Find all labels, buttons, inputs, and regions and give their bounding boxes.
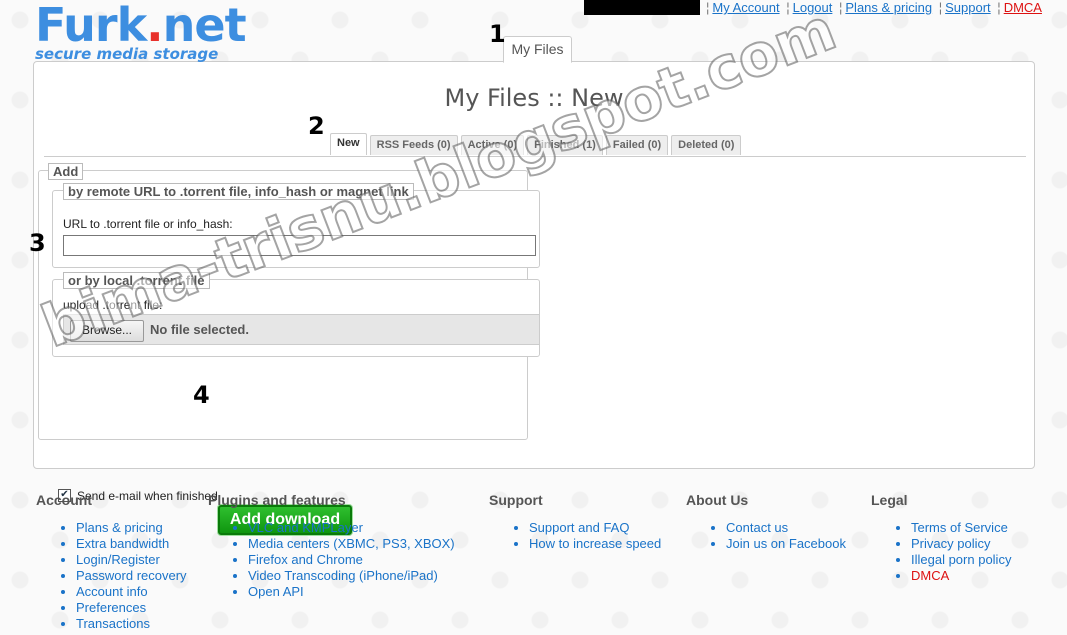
subtabs-bar: New RSS Feeds (0) Active (0) Finished (1… (330, 133, 742, 155)
footer-legal-column: Legal Terms of Service Privacy policy Il… (871, 492, 1011, 584)
footer-account-column: Account Plans & pricing Extra bandwidth … (36, 492, 187, 632)
footer-about-heading: About Us (686, 492, 749, 508)
remote-url-legend: by remote URL to .torrent file, info_has… (63, 183, 414, 200)
local-torrent-section: or by local .torrent file upload .torren… (52, 272, 540, 357)
annotation-number-1: 1 (489, 20, 506, 48)
tab-rss-feeds[interactable]: RSS Feeds (0) (369, 135, 458, 155)
footer-link-support-faq[interactable]: Support and FAQ (529, 520, 629, 535)
nav-logout-link[interactable]: Logout (793, 0, 833, 15)
tab-active[interactable]: Active (0) (460, 135, 525, 155)
url-label: URL to .torrent file or info_hash: (63, 217, 233, 231)
browse-button[interactable]: Browse... (70, 320, 144, 342)
file-input[interactable]: Browse... No file selected. (63, 314, 540, 345)
footer-link-contact-us[interactable]: Contact us (726, 520, 788, 535)
footer-link-video-transcoding[interactable]: Video Transcoding (iPhone/iPad) (248, 568, 438, 583)
nav-support-link[interactable]: Support (945, 0, 991, 15)
nav-my-account-link[interactable]: My Account (712, 0, 779, 15)
torrent-url-input[interactable] (63, 235, 536, 256)
footer-support-heading: Support (489, 492, 543, 508)
footer-link-privacy[interactable]: Privacy policy (911, 536, 990, 551)
footer-link-open-api[interactable]: Open API (248, 584, 304, 599)
footer-link-media-centers[interactable]: Media centers (XBMC, PS3, XBOX) (248, 536, 455, 551)
footer-link-facebook[interactable]: Join us on Facebook (726, 536, 846, 551)
footer-link-terms[interactable]: Terms of Service (911, 520, 1008, 535)
footer-link-account-info[interactable]: Account info (76, 584, 148, 599)
footer-link-increase-speed[interactable]: How to increase speed (529, 536, 661, 551)
footer-support-column: Support Support and FAQ How to increase … (489, 492, 661, 552)
annotation-number-2: 2 (308, 112, 325, 140)
footer-account-heading: Account (36, 492, 92, 508)
logo-tagline: secure media storage (35, 45, 219, 63)
footer-link-illegal-porn-policy[interactable]: Illegal porn policy (911, 552, 1011, 567)
footer-link-plans-pricing[interactable]: Plans & pricing (76, 520, 163, 535)
footer-link-password-recovery[interactable]: Password recovery (76, 568, 187, 583)
redacted-username (584, 0, 700, 15)
main-panel: My Files :: New New RSS Feeds (0) Active… (33, 61, 1035, 535)
nav-plans-pricing-link[interactable]: Plans & pricing (845, 0, 932, 15)
footer-link-dmca[interactable]: DMCA (911, 568, 949, 583)
footer-link-extra-bandwidth[interactable]: Extra bandwidth (76, 536, 169, 551)
footer-link-login-register[interactable]: Login/Register (76, 552, 160, 567)
footer-plugins-heading: Plugins and features (208, 492, 346, 508)
local-torrent-legend: or by local .torrent file (63, 272, 210, 289)
add-fieldset: Add by remote URL to .torrent file, info… (38, 163, 540, 535)
furk-logo[interactable]: Furk.net secure media storage (35, 0, 247, 63)
annotation-number-3: 3 (29, 229, 46, 257)
upload-label: upload .torrent file: (63, 298, 163, 312)
top-navigation: ¦ My Account ¦ Logout ¦ Plans & pricing ¦ Su… (706, 0, 1042, 15)
add-legend: Add (48, 163, 84, 180)
footer-link-preferences[interactable]: Preferences (76, 600, 146, 615)
tabs-divider (44, 156, 1026, 157)
tab-failed[interactable]: Failed (0) (605, 135, 669, 155)
nav-dmca-link[interactable]: DMCA (1004, 0, 1042, 15)
tab-new[interactable]: New (330, 133, 367, 155)
footer-link-firefox-chrome[interactable]: Firefox and Chrome (248, 552, 363, 567)
tab-deleted[interactable]: Deleted (0) (671, 135, 742, 155)
no-file-selected-text: No file selected. (150, 322, 249, 337)
logo-wordmark: Furk.net (35, 0, 247, 52)
footer-plugins-column: Plugins and features VLC and KMPLayer Me… (208, 492, 455, 600)
tab-my-files[interactable]: My Files (503, 36, 572, 63)
footer-legal-heading: Legal (871, 492, 908, 508)
page-title: My Files :: New (444, 84, 624, 112)
remote-url-section: by remote URL to .torrent file, info_has… (52, 183, 540, 268)
tab-finished[interactable]: Finished (1) (527, 135, 603, 155)
footer-about-column: About Us Contact us Join us on Facebook (686, 492, 846, 552)
footer-link-vlc-kmplayer[interactable]: VLC and KMPLayer (248, 520, 363, 535)
footer-link-transactions[interactable]: Transactions (76, 616, 150, 631)
annotation-number-4: 4 (193, 381, 210, 409)
